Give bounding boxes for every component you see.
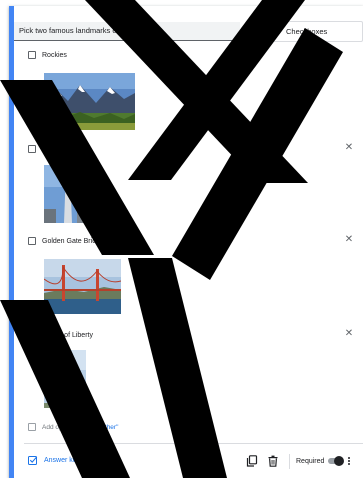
rocky-mountains-photo <box>44 73 135 130</box>
question-title-text: Pick two famous landmarks of Canada <box>19 26 147 35</box>
checkbox-icon <box>28 145 36 153</box>
delete-icon[interactable] <box>267 455 279 467</box>
checkbox-icon <box>28 51 36 59</box>
option-label[interactable]: CN Tower <box>42 146 73 153</box>
option-row[interactable]: Golden Gate Bridge <box>28 234 104 248</box>
more-options-icon[interactable] <box>348 457 351 465</box>
option-label[interactable]: Golden Gate Bridge <box>42 238 104 245</box>
option-row[interactable]: Rockies <box>28 48 67 62</box>
add-option-row[interactable]: Add option or add "Other" <box>28 421 118 433</box>
answer-key-button[interactable]: Answer key (0 points) <box>28 455 112 465</box>
checkbox-icon <box>28 331 36 339</box>
remove-option-icon[interactable]: ✕ <box>343 328 355 340</box>
option-row[interactable]: CN Tower <box>28 142 73 156</box>
points-text: (0 points) <box>83 456 113 464</box>
question-toolbar: Required <box>246 453 351 469</box>
option-label[interactable]: Statue of Liberty <box>42 332 93 339</box>
checkbox-checked-icon: ✓ <box>269 27 277 36</box>
statue-of-liberty-photo <box>44 350 86 408</box>
or-text: or <box>76 423 82 431</box>
toolbar-separator <box>289 453 290 469</box>
question-type-dropdown[interactable]: ✓ Checkboxes <box>261 21 363 42</box>
question-title-input[interactable]: Pick two famous landmarks of Canada <box>14 22 240 41</box>
required-toggle[interactable] <box>328 456 345 466</box>
option-label[interactable]: Rockies <box>42 52 67 59</box>
remove-option-icon[interactable]: ✕ <box>343 142 355 154</box>
footer-divider <box>24 443 363 444</box>
checkbox-icon <box>28 423 36 431</box>
remove-option-icon[interactable]: ✕ <box>343 234 355 246</box>
answer-key-label: Answer key <box>44 456 81 464</box>
question-type-label: Checkboxes <box>286 27 328 36</box>
golden-gate-bridge-photo <box>44 259 121 314</box>
option-row[interactable]: Statue of Liberty <box>28 328 93 342</box>
cn-tower-photo <box>44 165 92 223</box>
checkbox-icon <box>28 237 36 245</box>
duplicate-icon[interactable] <box>246 455 258 467</box>
toggle-knob <box>334 456 345 466</box>
add-other-link[interactable]: add "Other" <box>85 424 119 431</box>
add-option-link[interactable]: Add option <box>42 424 73 431</box>
answer-key-icon <box>28 456 38 465</box>
required-label: Required <box>296 457 325 465</box>
